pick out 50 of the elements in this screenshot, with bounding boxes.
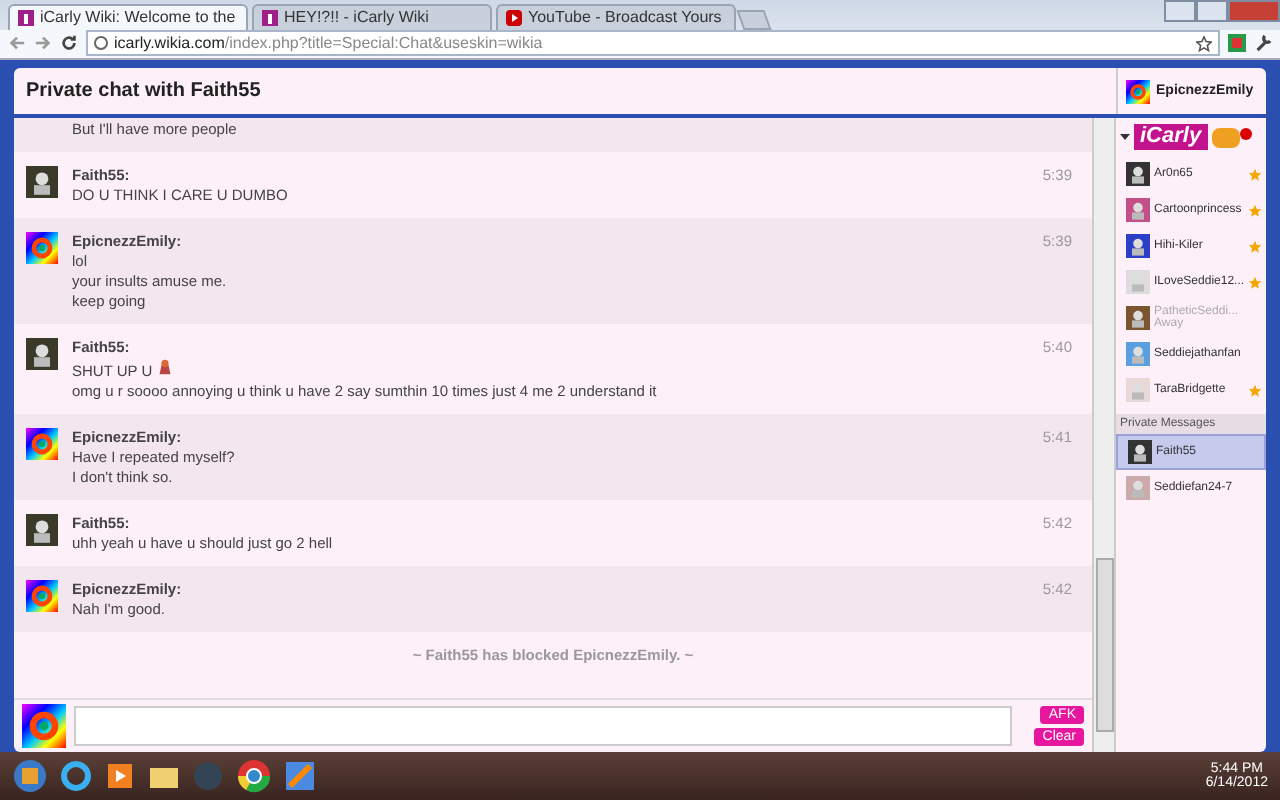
user-avatar <box>1126 270 1150 294</box>
user-avatar <box>1126 342 1150 366</box>
user-avatar <box>26 514 58 546</box>
user-avatar <box>1126 162 1150 186</box>
minimize-button[interactable] <box>1164 0 1196 22</box>
wiki-favicon-icon <box>18 9 34 25</box>
scroll-thumb[interactable] <box>1095 558 1113 732</box>
user-avatar <box>1126 476 1150 500</box>
extension-icon[interactable] <box>1228 34 1246 53</box>
address-bar[interactable]: icarly.wikia.com/index.php?title=Special:Chat&useskin=wikia <box>86 30 1220 57</box>
user-avatar <box>26 338 58 370</box>
user-avatar <box>26 232 58 264</box>
browser-tab[interactable]: HEY!?!! - iCarly Wiki <box>252 3 492 29</box>
page-icon <box>94 36 108 51</box>
user-avatar <box>1126 198 1150 222</box>
user-avatar <box>26 166 58 198</box>
user-avatar <box>1126 378 1150 402</box>
wrench-icon[interactable] <box>1254 34 1272 53</box>
star-icon <box>1248 275 1263 289</box>
star-icon <box>1248 239 1262 253</box>
message-input[interactable] <box>74 706 1012 746</box>
url-text: icarly.wikia.com/index.php?title=Special:Chat&useskin=wikia <box>114 34 543 53</box>
media-player-icon[interactable] <box>104 760 136 792</box>
user-avatar <box>1126 306 1150 330</box>
emoticon-icon <box>156 358 175 376</box>
chat-title: Private chat with Faith55 <box>24 80 263 102</box>
browser-tab[interactable]: YouTube - Broadcast Yours <box>496 3 736 29</box>
star-icon <box>1248 383 1262 397</box>
paint-icon[interactable] <box>284 760 316 792</box>
back-icon[interactable] <box>8 34 26 53</box>
user-avatar <box>26 428 58 460</box>
user-avatar <box>1126 79 1150 103</box>
wiki-favicon-icon <box>262 9 278 25</box>
forward-icon[interactable] <box>34 34 52 53</box>
maximize-button[interactable] <box>1196 0 1228 22</box>
scrollbar[interactable] <box>1092 118 1114 752</box>
star-icon <box>1248 167 1262 181</box>
star-icon[interactable] <box>1196 35 1212 52</box>
user-avatar <box>26 580 58 612</box>
user-avatar <box>22 704 66 748</box>
chrome-icon[interactable] <box>236 758 272 794</box>
video-favicon-icon <box>506 9 522 25</box>
reload-icon[interactable] <box>60 34 78 53</box>
user-avatar <box>1128 440 1152 464</box>
user-avatar <box>1126 234 1150 258</box>
star-icon <box>1248 203 1262 217</box>
logo: iCarly <box>1134 124 1208 150</box>
start-button[interactable] <box>12 758 48 794</box>
browser-tab[interactable]: iCarly Wiki: Welcome to the <box>8 3 248 29</box>
collapse-icon[interactable] <box>1120 132 1130 142</box>
